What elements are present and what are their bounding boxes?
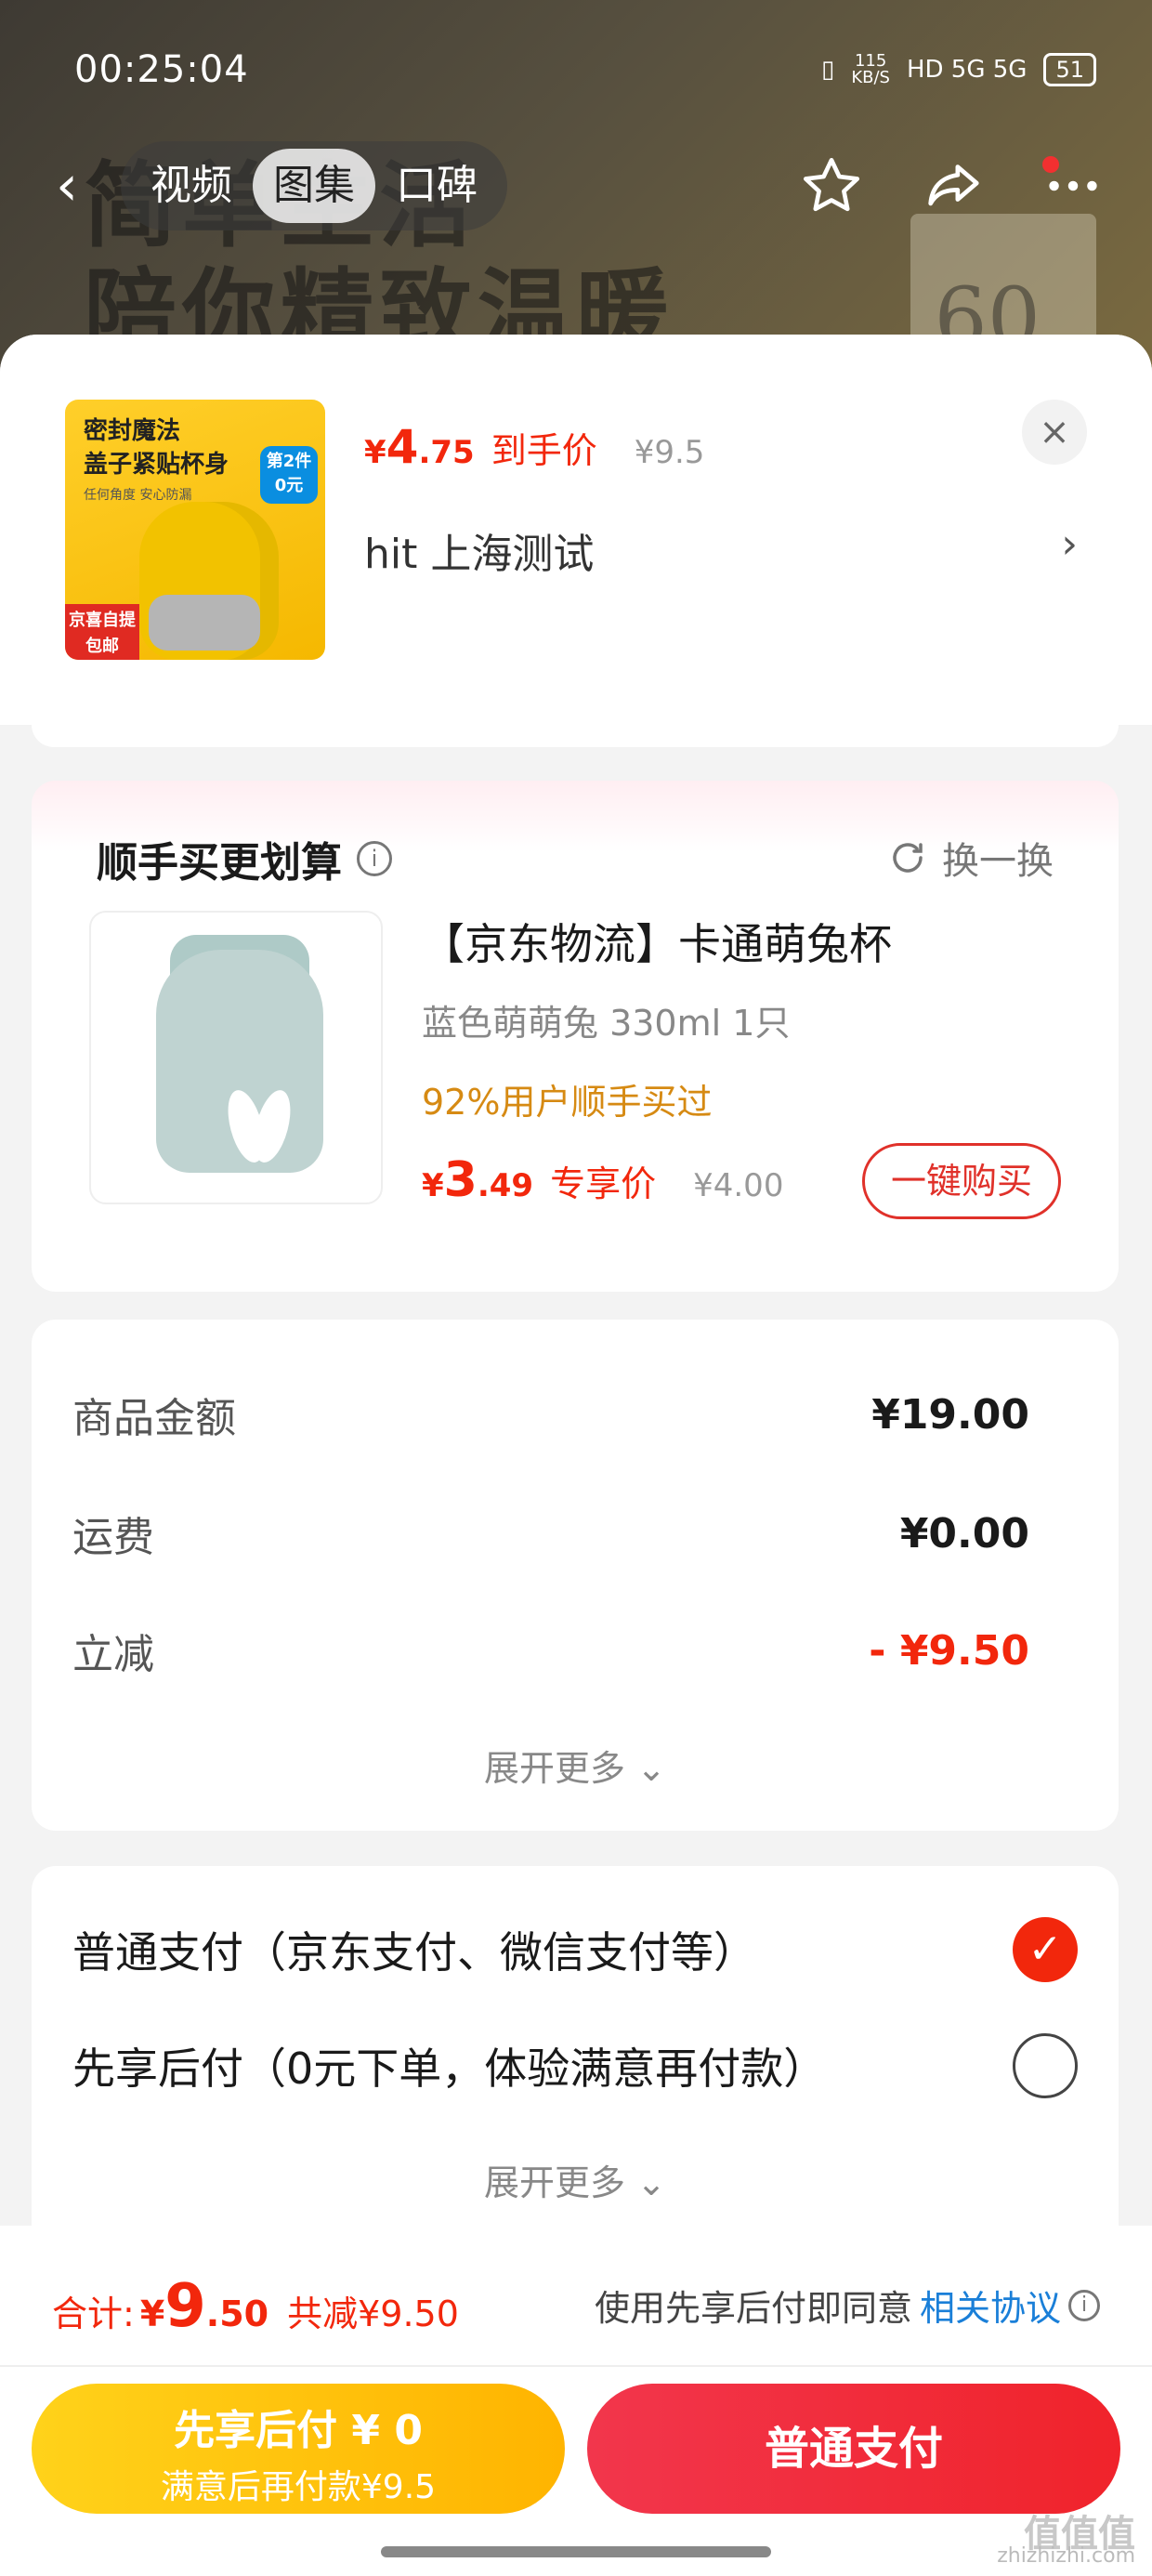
summary-label: 商品金额	[72, 1395, 236, 1442]
summary-row-discount: 立减 - ¥9.50	[72, 1621, 1029, 1680]
expand-more-button[interactable]: 展开更多 ⌄	[32, 1740, 1119, 1791]
total-symbol: ¥	[139, 2293, 165, 2334]
checkout-footer: 合计: ¥9.50 共减¥9.50 使用先享后付即同意 相关协议 i 先享后付 ¥…	[0, 2226, 1152, 2576]
swap-button[interactable]: 换一换	[888, 831, 1054, 885]
star-icon[interactable]	[799, 153, 864, 218]
signal-icon: HD 5G 5G	[906, 56, 1028, 84]
price-label: 到手价	[491, 430, 597, 471]
info-icon[interactable]: i	[1068, 2289, 1100, 2321]
agreement-link[interactable]: 相关协议	[920, 2280, 1061, 2331]
vibrate-icon: ▯	[821, 56, 835, 84]
tab-reviews[interactable]: 口碑	[375, 149, 498, 223]
recommend-title: 顺手买更划算 i	[97, 829, 392, 888]
recommend-spec: 蓝色萌萌兔 330ml 1只	[422, 1003, 791, 1044]
divider	[0, 2365, 1152, 2367]
summary-value: ¥0.00	[899, 1509, 1029, 1557]
recommend-image[interactable]	[89, 911, 383, 1204]
net-speed: 115 KB/S	[851, 51, 890, 87]
media-tabs: 视频 图集 口碑	[121, 141, 507, 230]
product-image-badge: 第2件 0元	[260, 446, 318, 504]
jd-badge: 京喜自提 包邮	[65, 604, 139, 660]
product-image: 密封魔法 盖子紧贴杯身 任何角度 安心防漏 第2件 0元 京喜自提 包邮	[65, 400, 325, 660]
swap-label: 换一换	[942, 840, 1054, 883]
recommend-tag: 92%用户顺手买过	[422, 1082, 713, 1123]
agreement-prefix: 使用先享后付即同意	[594, 2288, 912, 2329]
expand-more-button[interactable]: 展开更多 ⌄	[32, 2154, 1119, 2205]
watermark-logo: 值值值	[1024, 2513, 1135, 2556]
header-card-edge	[32, 699, 1119, 747]
notification-dot	[1042, 156, 1059, 173]
radio-unchecked-icon[interactable]	[1013, 2033, 1078, 2098]
price-dec: .49	[477, 1167, 534, 1204]
summary-value: - ¥9.50	[869, 1626, 1029, 1675]
share-icon[interactable]	[920, 153, 985, 218]
price-int: 4	[386, 420, 419, 474]
battery-icon: 51	[1043, 53, 1096, 86]
payment-option-label: 普通支付（京东支付、微信支付等）	[72, 1927, 756, 1978]
tab-video[interactable]: 视频	[130, 149, 253, 223]
product-header: 密封魔法 盖子紧贴杯身 任何角度 安心防漏 第2件 0元 京喜自提 包邮 ¥4.…	[0, 335, 1152, 747]
watermark-url: zhizhizhi.com	[997, 2544, 1135, 2568]
background-page: 简单生活 陪你精致温暖 60 00:25:04 ▯ 115 KB/S HD 5G…	[0, 0, 1152, 381]
pay-normal-button[interactable]: 普通支付	[587, 2384, 1120, 2514]
price-label: 专享价	[550, 1163, 657, 1204]
summary-label: 运费	[72, 1514, 154, 1561]
recommend-name[interactable]: 【京东物流】卡通萌兔杯	[422, 911, 892, 972]
recommend-price: ¥3.49 专享价 ¥4.00	[422, 1152, 783, 1208]
chevron-right-icon[interactable]: ›	[1061, 520, 1078, 568]
total-int: 9	[164, 2272, 206, 2341]
radio-checked-icon[interactable]: ✓	[1013, 1917, 1078, 1982]
total-saved: 共减¥9.50	[287, 2293, 459, 2334]
product-image-sub: 任何角度 安心防漏	[84, 488, 192, 503]
back-icon[interactable]: ‹	[56, 153, 111, 218]
status-time: 00:25:04	[74, 48, 249, 91]
summary-value: ¥19.00	[871, 1390, 1029, 1439]
original-price: ¥9.5	[634, 434, 705, 471]
pay-later-sub: 满意后再付款¥9.5	[160, 2468, 437, 2506]
delivery-address[interactable]: hit 上海测试	[364, 520, 594, 580]
total-dec: .50	[205, 2293, 269, 2334]
info-icon[interactable]: i	[357, 841, 392, 876]
payment-option-label: 先享后付（0元下单，体验满意再付款）	[72, 2044, 827, 2094]
price-dec: .75	[418, 434, 475, 471]
payment-option-normal[interactable]: 普通支付（京东支付、微信支付等） ✓	[72, 1917, 1078, 1982]
close-button[interactable]: ×	[1022, 400, 1087, 465]
home-indicator[interactable]	[381, 2546, 771, 2557]
original-price: ¥4.00	[693, 1167, 784, 1204]
order-total: 合计: ¥9.50 共减¥9.50	[52, 2272, 459, 2341]
recommend-title-text: 顺手买更划算	[97, 839, 342, 887]
payment-option-later[interactable]: 先享后付（0元下单，体验满意再付款）	[72, 2033, 1078, 2098]
product-image-title: 密封魔法 盖子紧贴杯身	[84, 417, 229, 479]
price-symbol: ¥	[364, 434, 386, 471]
status-bar: 00:25:04 ▯ 115 KB/S HD 5G 5G 51	[74, 42, 1096, 98]
total-label: 合计:	[52, 2293, 135, 2334]
summary-row-shipping: 运费 ¥0.00	[72, 1504, 1029, 1563]
pay-later-label: 先享后付 ¥ 0	[174, 2407, 423, 2454]
price-summary-card: 商品金额 ¥19.00 运费 ¥0.00 立减 - ¥9.50 展开更多 ⌄	[32, 1320, 1119, 1831]
payment-method-card: 普通支付（京东支付、微信支付等） ✓ 先享后付（0元下单，体验满意再付款） 展开…	[32, 1866, 1119, 2275]
product-price: ¥4.75 到手价 ¥9.5	[364, 420, 704, 474]
top-nav: ‹ 视频 图集 口碑	[56, 139, 1106, 232]
watermark: 值值值 zhizhizhi.com	[997, 2513, 1135, 2568]
pay-later-button[interactable]: 先享后付 ¥ 0 满意后再付款¥9.5	[32, 2384, 565, 2514]
cup-base-illustration	[149, 595, 260, 651]
agreement-text: 使用先享后付即同意 相关协议 i	[595, 2280, 1100, 2331]
price-int: 3	[443, 1152, 478, 1208]
refresh-icon	[893, 843, 923, 873]
summary-label: 立减	[72, 1631, 154, 1678]
price-symbol: ¥	[422, 1167, 444, 1204]
summary-row-subtotal: 商品金额 ¥19.00	[72, 1385, 1029, 1444]
quick-buy-button[interactable]: 一键购买	[861, 1143, 1061, 1219]
recommend-card: 顺手买更划算 i 换一换 【京东物流】卡通萌兔杯 蓝色萌萌兔 330ml 1只 …	[32, 781, 1119, 1292]
tab-gallery[interactable]: 图集	[253, 149, 375, 223]
